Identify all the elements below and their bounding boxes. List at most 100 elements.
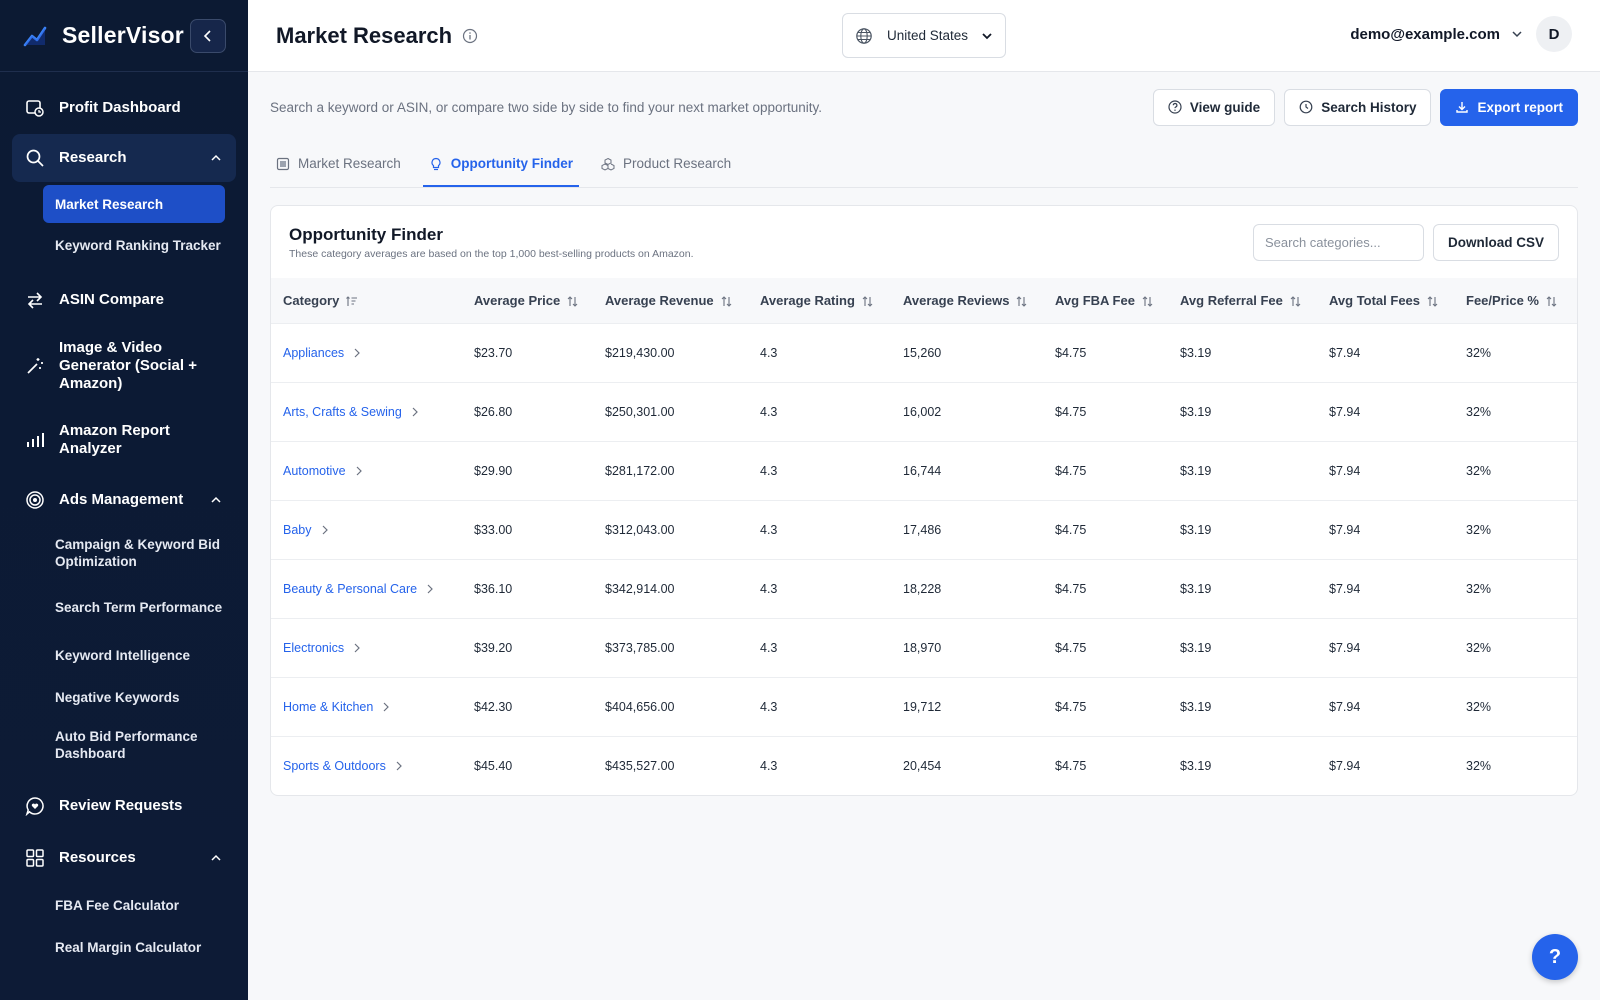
chevron-right-icon	[322, 525, 328, 535]
sort-arrows-icon[interactable]	[1015, 295, 1028, 308]
sidebar-subitem-negative-keywords[interactable]: Negative Keywords	[55, 676, 248, 718]
column-header[interactable]: Average Revenue	[593, 278, 748, 323]
column-header[interactable]: Category	[271, 278, 462, 323]
category-link[interactable]: Electronics	[271, 617, 462, 677]
info-icon[interactable]	[462, 28, 478, 44]
chevron-right-icon	[383, 702, 390, 712]
cell-value: $3.19	[1180, 463, 1212, 478]
column-header[interactable]: Avg Total Fees	[1317, 278, 1454, 323]
tab-opportunity-finder[interactable]: Opportunity Finder	[422, 142, 580, 187]
table-cell: $7.94	[1317, 735, 1454, 795]
collapse-sidebar-button[interactable]	[190, 18, 226, 53]
sidebar-subitem-market-research[interactable]: Market Research	[43, 185, 225, 223]
table-cell: $3.19	[1168, 322, 1317, 382]
tab-label: Product Research	[623, 156, 732, 171]
cell-value: 32%	[1466, 345, 1492, 360]
column-header[interactable]: Avg FBA Fee	[1043, 278, 1168, 323]
sort-arrows-icon[interactable]	[1141, 295, 1154, 308]
table-cell: $7.94	[1317, 322, 1454, 382]
cell-value: 15,260	[903, 345, 942, 360]
sort-arrows-icon[interactable]	[861, 295, 874, 308]
table-body: Appliances $23.70 $219,430.00 4.3 15,260 $4.7…	[271, 322, 1577, 795]
sidebar-item-asin-compare[interactable]: ASIN Compare	[0, 274, 248, 326]
cell-value: $250,301.00	[605, 404, 675, 419]
search-history-label: Search History	[1321, 99, 1417, 115]
sidebar-subitem-keyword-ranking-tracker[interactable]: Keyword Ranking Tracker	[55, 224, 248, 266]
cell-value: 4.3	[760, 463, 778, 478]
sidebar-subitem-campaign-bid-optimization[interactable]: Campaign & Keyword Bid Optimization	[55, 526, 248, 580]
sidebar-item-research[interactable]: Research	[12, 134, 236, 182]
cell-value: $3.19	[1180, 522, 1212, 537]
cell-value: 32%	[1466, 463, 1492, 478]
download-csv-button[interactable]: Download CSV	[1432, 223, 1559, 261]
table-cell: 32%	[1454, 676, 1577, 736]
search-history-button[interactable]: Search History	[1284, 88, 1432, 126]
table-row: Beauty & Personal Care $36.10 $342,914.00 4…	[271, 558, 1577, 618]
sort-arrows-icon[interactable]	[1289, 295, 1302, 308]
category-link[interactable]: Appliances	[271, 322, 462, 382]
table-cell: 20,454	[891, 735, 1043, 795]
table-cell: $7.94	[1317, 381, 1454, 441]
category-link[interactable]: Arts, Crafts & Sewing	[271, 381, 462, 441]
sidebar-subitem-search-term-performance[interactable]: Search Term Performance	[55, 580, 248, 634]
sort-arrows-icon[interactable]	[1545, 295, 1558, 308]
column-header[interactable]: Average Rating	[748, 278, 891, 323]
table-cell: $4.75	[1043, 617, 1168, 677]
cell-value: $4.75	[1055, 699, 1087, 714]
sidebar-subitem-real-margin-calculator[interactable]: Real Margin Calculator	[55, 926, 248, 968]
tab-market-research[interactable]: Market Research	[270, 142, 407, 187]
column-header[interactable]: Average Reviews	[891, 278, 1043, 323]
table-row: Sports & Outdoors $45.40 $435,527.00 4.3 20,…	[271, 735, 1577, 795]
sidebar-item-resources[interactable]: Resources	[0, 832, 248, 884]
table-cell: 18,970	[891, 617, 1043, 677]
view-guide-button[interactable]: View guide	[1152, 88, 1276, 126]
category-link[interactable]: Sports & Outdoors	[271, 735, 462, 795]
opportunity-finder-card: Opportunity Finder These category averag…	[270, 205, 1578, 796]
column-header-label: Avg Total Fees	[1329, 292, 1421, 308]
user-menu[interactable]: demo@example.com D	[1350, 16, 1572, 52]
category-link[interactable]: Beauty & Personal Care	[271, 558, 462, 618]
table-header-row: Category Average Price Average Revenue Aver…	[271, 278, 1577, 323]
avatar[interactable]: D	[1536, 16, 1572, 52]
country-selector[interactable]: United States	[842, 13, 1006, 58]
cell-value: $36.10	[474, 581, 513, 596]
sidebar-item-ads-management[interactable]: Ads Management	[0, 474, 248, 526]
search-icon	[26, 149, 44, 167]
column-header-label: Average Revenue	[605, 292, 714, 308]
search-categories-input[interactable]	[1252, 223, 1424, 261]
table-cell: $45.40	[462, 735, 593, 795]
sort-arrows-icon[interactable]	[1426, 295, 1439, 308]
column-header[interactable]: Average Price	[462, 278, 593, 323]
cell-value: $7.94	[1329, 758, 1361, 773]
sort-ascending-icon[interactable]	[345, 295, 358, 308]
sidebar-item-amazon-report-analyzer[interactable]: Amazon Report Analyzer	[0, 406, 248, 474]
sort-arrows-icon[interactable]	[720, 295, 733, 308]
column-header-label: Average Rating	[760, 292, 855, 308]
page-title: Market Research	[276, 22, 453, 48]
sidebar-subitem-keyword-intelligence[interactable]: Keyword Intelligence	[55, 634, 248, 676]
cell-value: 4.3	[760, 758, 778, 773]
sidebar-item-label: ASIN Compare	[59, 291, 165, 308]
category-link[interactable]: Home & Kitchen	[271, 676, 462, 736]
magic-wand-icon	[27, 358, 43, 374]
sidebar-item-profit-dashboard[interactable]: Profit Dashboard	[0, 82, 248, 134]
column-header[interactable]: Avg Referral Fee	[1168, 278, 1317, 323]
category-name: Arts, Crafts & Sewing	[283, 404, 402, 419]
export-report-button[interactable]: Export report	[1440, 88, 1578, 126]
brand-name: SellerVisor	[62, 22, 184, 48]
sidebar-subitem-fba-fee-calculator[interactable]: FBA Fee Calculator	[55, 884, 248, 926]
help-button[interactable]: ?	[1532, 934, 1578, 980]
table-cell: $312,043.00	[593, 499, 748, 559]
chevron-right-icon	[427, 584, 433, 594]
tab-product-research[interactable]: Product Research	[595, 142, 737, 187]
category-name: Baby	[283, 522, 312, 537]
sidebar-item-review-requests[interactable]: Review Requests	[0, 780, 248, 832]
column-header[interactable]: Fee/Price %	[1454, 278, 1577, 323]
sidebar-item-image-video-generator[interactable]: Image & Video Generator (Social + Amazon…	[0, 326, 248, 406]
category-link[interactable]: Automotive	[271, 440, 462, 500]
tab-label: Market Research	[298, 156, 401, 171]
sidebar-subitem-auto-bid-dashboard[interactable]: Auto Bid Performance Dashboard	[55, 718, 248, 772]
sort-arrows-icon[interactable]	[566, 295, 579, 308]
category-link[interactable]: Baby	[271, 499, 462, 559]
download-icon	[1456, 102, 1469, 113]
